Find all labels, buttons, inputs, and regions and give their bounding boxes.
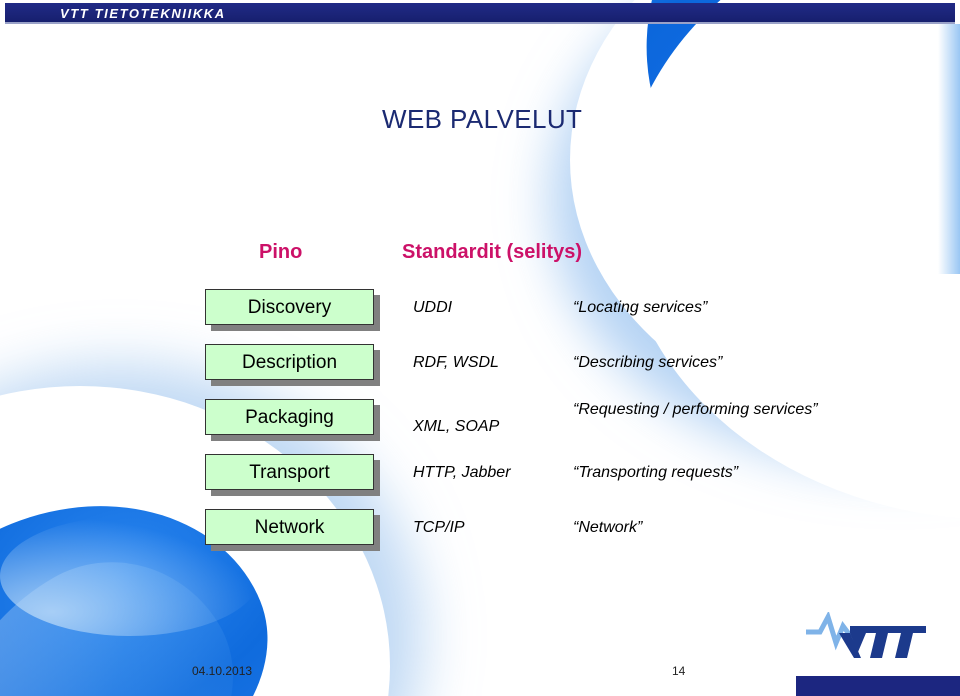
description-cell: “Transporting requests” (573, 464, 739, 481)
stack-layer-box-network: Network (205, 509, 380, 551)
table-row: Packaging XML, SOAP “Requesting / perfor… (205, 399, 825, 454)
description-cell: “Locating services” (573, 299, 708, 316)
stack-layer-box-description: Description (205, 344, 380, 386)
web-services-stack-table: Discovery UDDI “Locating services” Descr… (205, 289, 825, 564)
stack-layer-label: Packaging (245, 406, 334, 428)
page-title: WEB PALVELUT (382, 104, 583, 134)
box-face: Description (205, 344, 374, 380)
stack-layer-label: Discovery (247, 296, 332, 318)
box-face: Packaging (205, 399, 374, 435)
header-bar: VTT TIETOTEKNIIKKA (5, 3, 955, 24)
stack-layer-box-packaging: Packaging (205, 399, 380, 441)
decoration-top-right-blue-blob (593, 0, 960, 278)
standards-cell: HTTP, Jabber (413, 464, 511, 481)
standards-cell: RDF, WSDL (413, 354, 499, 371)
vtt-logo (806, 612, 930, 664)
table-row: Network TCP/IP “Network” (205, 509, 825, 564)
description-cell: “Network” (573, 519, 643, 536)
footer-page-number: 14 (672, 664, 686, 678)
stack-layer-box-transport: Transport (205, 454, 380, 496)
footer-accent-bar (796, 676, 960, 696)
decoration-right-edge-fade (938, 24, 960, 274)
stack-layer-label: Transport (249, 461, 330, 483)
column-heading-standards: Standardit (selitys) (402, 241, 583, 263)
table-row: Transport HTTP, Jabber “Transporting req… (205, 454, 825, 509)
standards-cell: XML, SOAP (413, 418, 500, 435)
column-heading-stack: Pino (259, 241, 303, 263)
footer-date: 04.10.2013 (192, 664, 253, 678)
description-cell: “Describing services” (573, 354, 723, 371)
table-row: Discovery UDDI “Locating services” (205, 289, 825, 344)
decoration-top-right-highlight (669, 0, 960, 302)
vtt-logo-icon (806, 612, 926, 658)
stack-layer-box-discovery: Discovery (205, 289, 380, 331)
slide-canvas: VTT TIETOTEKNIIKKA WEB PALVELUT Pino Sta… (0, 0, 960, 696)
box-face: Transport (205, 454, 374, 490)
table-row: Description RDF, WSDL “Describing servic… (205, 344, 825, 399)
stack-layer-label: Network (254, 516, 325, 538)
description-cell: “Requesting / performing services” (573, 401, 818, 418)
header-title: VTT TIETOTEKNIIKKA (60, 6, 226, 21)
stack-layer-label: Description (241, 351, 338, 373)
standards-cell: UDDI (413, 299, 453, 316)
standards-cell: TCP/IP (413, 519, 465, 536)
box-face: Network (205, 509, 374, 545)
box-face: Discovery (205, 289, 374, 325)
